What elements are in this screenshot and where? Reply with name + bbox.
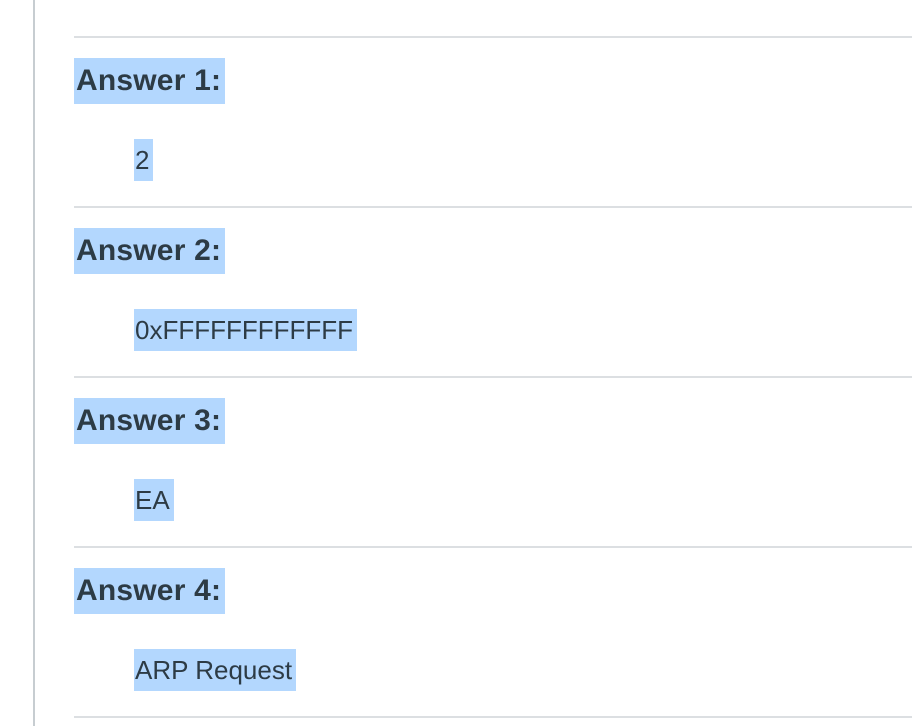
divider [74,716,912,718]
answer-item-4: Answer 4: ARP Request [74,548,912,716]
left-border-rule [33,0,35,726]
answer-heading: Answer 3: [74,398,226,444]
answer-item-1: Answer 1: 2 [74,38,912,206]
answer-heading: Answer 1: [74,58,226,104]
answer-value: 0xFFFFFFFFFFFF [134,309,358,351]
answer-item-2: Answer 2: 0xFFFFFFFFFFFF [74,208,912,376]
quiz-results-page: Answer 1: 2 Answer 2: 0xFFFFFFFFFFFF Ans… [0,0,912,726]
answer-value: EA [134,479,174,521]
answer-item-3: Answer 3: EA [74,378,912,546]
answer-value: 2 [134,139,154,181]
answer-heading: Answer 2: [74,228,226,274]
answer-heading: Answer 4: [74,568,226,614]
answer-value: ARP Request [134,649,297,691]
answers-list: Answer 1: 2 Answer 2: 0xFFFFFFFFFFFF Ans… [74,36,912,718]
